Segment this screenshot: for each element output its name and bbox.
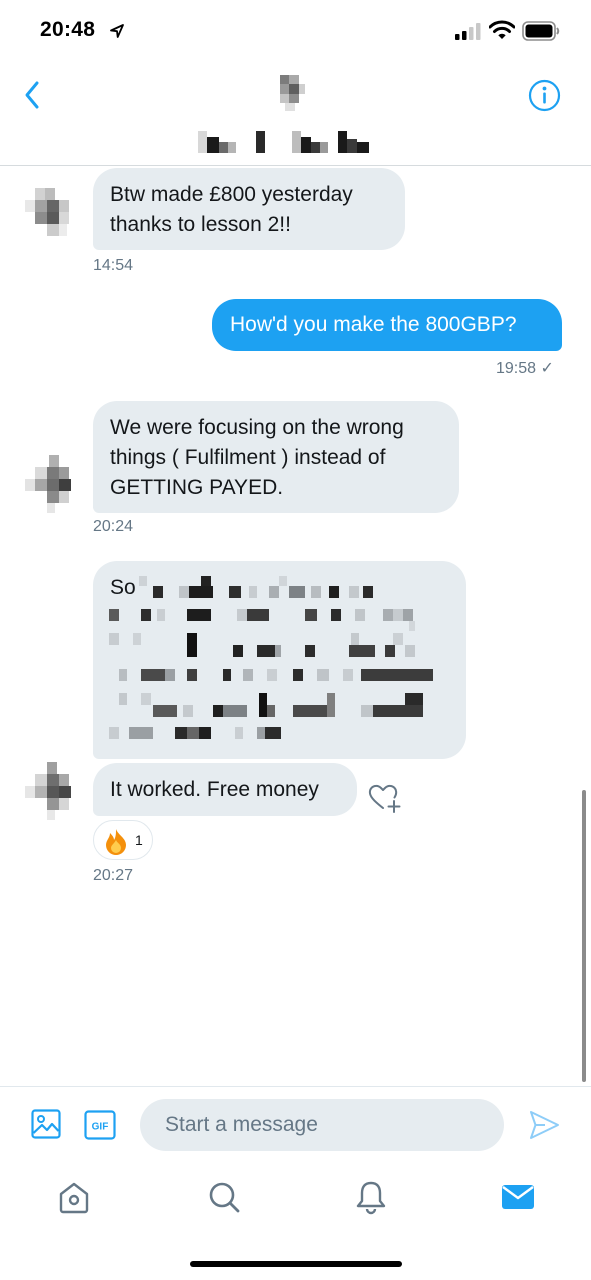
sender-avatar[interactable] — [25, 762, 73, 824]
message-timestamp-read: 19:58 ✓ — [496, 360, 554, 377]
message-text-line: things ( Fulfilment ) instead of — [110, 446, 386, 469]
tab-messages[interactable] — [496, 1175, 540, 1219]
home-indicator[interactable] — [190, 1261, 402, 1267]
sender-avatar[interactable] — [25, 455, 73, 517]
message-input[interactable] — [140, 1099, 504, 1151]
status-bar: 20:48 — [0, 0, 591, 60]
message-text-line: GETTING PAYED. — [110, 476, 284, 499]
cellular-signal-icon — [455, 23, 481, 40]
reaction-count: 1 — [135, 832, 143, 848]
message-timestamp: 20:24 — [93, 518, 134, 535]
contact-name-redacted — [198, 131, 369, 153]
home-icon — [59, 1182, 89, 1214]
gif-label: GIF — [92, 1122, 109, 1133]
battery-icon — [522, 21, 560, 41]
search-icon — [209, 1182, 240, 1213]
incoming-message-bubble-redacted[interactable]: So — [93, 561, 466, 759]
gif-button[interactable]: GIF — [84, 1110, 116, 1140]
tab-notifications[interactable] — [349, 1175, 393, 1219]
tab-search[interactable] — [202, 1175, 246, 1219]
send-icon[interactable] — [528, 1109, 560, 1141]
add-reaction-heart-icon[interactable] — [368, 782, 402, 814]
redaction-pixelation — [109, 576, 433, 739]
image-attach-icon[interactable] — [31, 1109, 61, 1139]
incoming-message-bubble[interactable]: We were focusing on the wrong things ( F… — [93, 401, 459, 513]
message-text-line: thanks to lesson 2!! — [110, 213, 291, 236]
message-timestamp: 14:54 — [93, 257, 134, 274]
incoming-message-bubble[interactable]: Btw made £800 yesterday thanks to lesson… — [93, 168, 405, 250]
status-time: 20:48 — [40, 18, 96, 41]
tab-bar — [0, 1165, 591, 1280]
reaction-badge[interactable]: 1 — [93, 820, 153, 860]
mail-icon — [502, 1185, 534, 1209]
back-chevron-icon[interactable] — [20, 80, 46, 110]
wifi-icon — [489, 20, 515, 39]
contact-avatar[interactable] — [277, 75, 307, 121]
message-text-line: Btw made £800 yesterday — [110, 183, 353, 206]
info-icon[interactable] — [528, 79, 561, 112]
scrollbar[interactable] — [582, 790, 586, 1082]
message-text-line: We were focusing on the wrong — [110, 416, 404, 439]
message-composer: GIF — [0, 1086, 591, 1164]
outgoing-message-bubble[interactable]: How'd you make the 800GBP? — [212, 299, 562, 351]
sender-avatar[interactable] — [25, 188, 73, 250]
bell-icon — [356, 1181, 386, 1215]
conversation-header — [0, 60, 591, 166]
tab-home[interactable] — [52, 1175, 96, 1219]
incoming-message-bubble[interactable]: It worked. Free money — [93, 763, 357, 816]
fire-emoji-icon — [102, 827, 130, 855]
message-timestamp: 20:27 — [93, 867, 134, 884]
location-arrow-icon — [110, 24, 124, 38]
